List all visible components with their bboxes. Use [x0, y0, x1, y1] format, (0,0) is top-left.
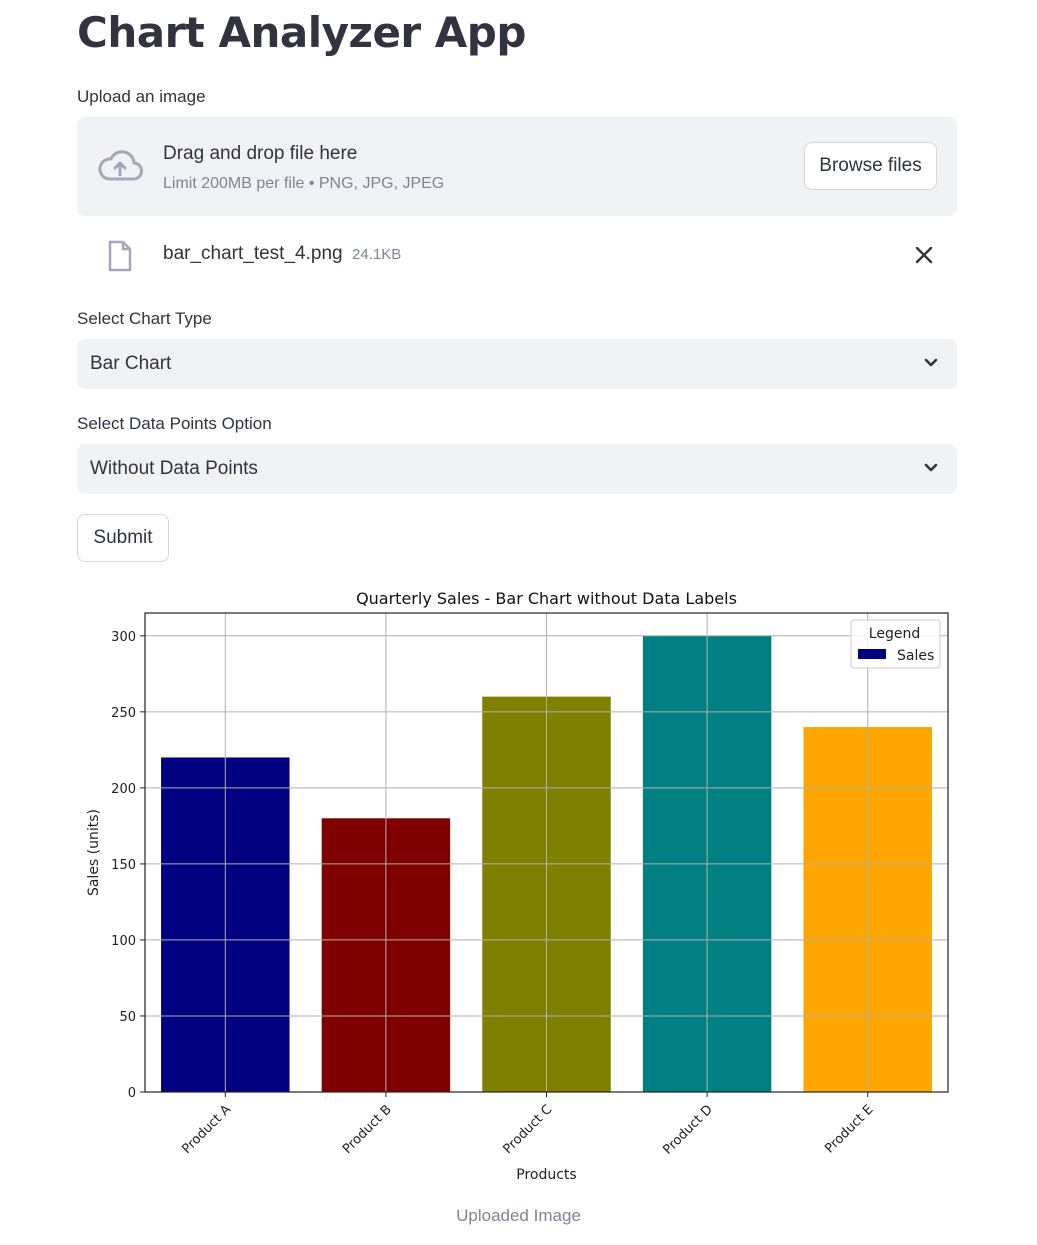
file-size: 24.1KB: [352, 246, 402, 263]
data-points-select[interactable]: Without Data Points: [77, 444, 957, 494]
x-tick-label: Product E: [822, 1102, 876, 1156]
file-name: bar_chart_test_4.png: [163, 243, 343, 264]
data-points-label: Select Data Points Option: [77, 414, 272, 433]
y-tick-label: 300: [111, 630, 136, 645]
uploaded-chart-image: Quarterly Sales - Bar Chart without Data…: [77, 580, 957, 1200]
file-icon: [108, 240, 132, 272]
y-tick-label: 150: [111, 858, 136, 873]
legend-entry: Sales: [897, 648, 934, 664]
y-tick-label: 100: [111, 934, 136, 949]
x-tick-label: Product B: [340, 1102, 395, 1157]
uploaded-file-row: bar_chart_test_4.png 24.1KB: [77, 232, 957, 278]
x-tick-label: Product D: [660, 1102, 716, 1158]
x-axis-label: Products: [516, 1167, 576, 1183]
chart-title: Quarterly Sales - Bar Chart without Data…: [356, 589, 737, 608]
browse-files-button[interactable]: Browse files: [804, 142, 937, 190]
bar-chart: Quarterly Sales - Bar Chart without Data…: [86, 589, 949, 1183]
data-points-value: Without Data Points: [90, 458, 258, 479]
y-tick-label: 200: [111, 782, 136, 797]
legend-swatch: [858, 649, 886, 659]
page-title: Chart Analyzer App: [77, 8, 526, 57]
dropzone-limit-text: Limit 200MB per file • PNG, JPG, JPEG: [163, 175, 445, 192]
y-tick-label: 50: [119, 1010, 136, 1025]
upload-label: Upload an image: [77, 87, 206, 106]
close-icon[interactable]: [913, 244, 935, 266]
dropzone-title: Drag and drop file here: [163, 143, 358, 164]
chart-type-value: Bar Chart: [90, 353, 172, 374]
y-tick-label: 0: [128, 1086, 136, 1101]
submit-button[interactable]: Submit: [77, 514, 169, 562]
chart-type-label: Select Chart Type: [77, 309, 212, 328]
cloud-upload-icon: [98, 150, 143, 181]
image-caption: Uploaded Image: [456, 1206, 581, 1225]
y-tick-label: 250: [111, 706, 136, 721]
chart-type-select[interactable]: Bar Chart: [77, 339, 957, 389]
x-tick-label: Product C: [500, 1102, 555, 1157]
chevron-down-icon: [924, 463, 938, 472]
y-axis-label: Sales (units): [86, 809, 102, 896]
x-tick-label: Product A: [179, 1102, 234, 1157]
legend-title: Legend: [869, 626, 920, 642]
file-dropzone[interactable]: Drag and drop file here Limit 200MB per …: [77, 117, 957, 216]
chevron-down-icon: [924, 358, 938, 367]
